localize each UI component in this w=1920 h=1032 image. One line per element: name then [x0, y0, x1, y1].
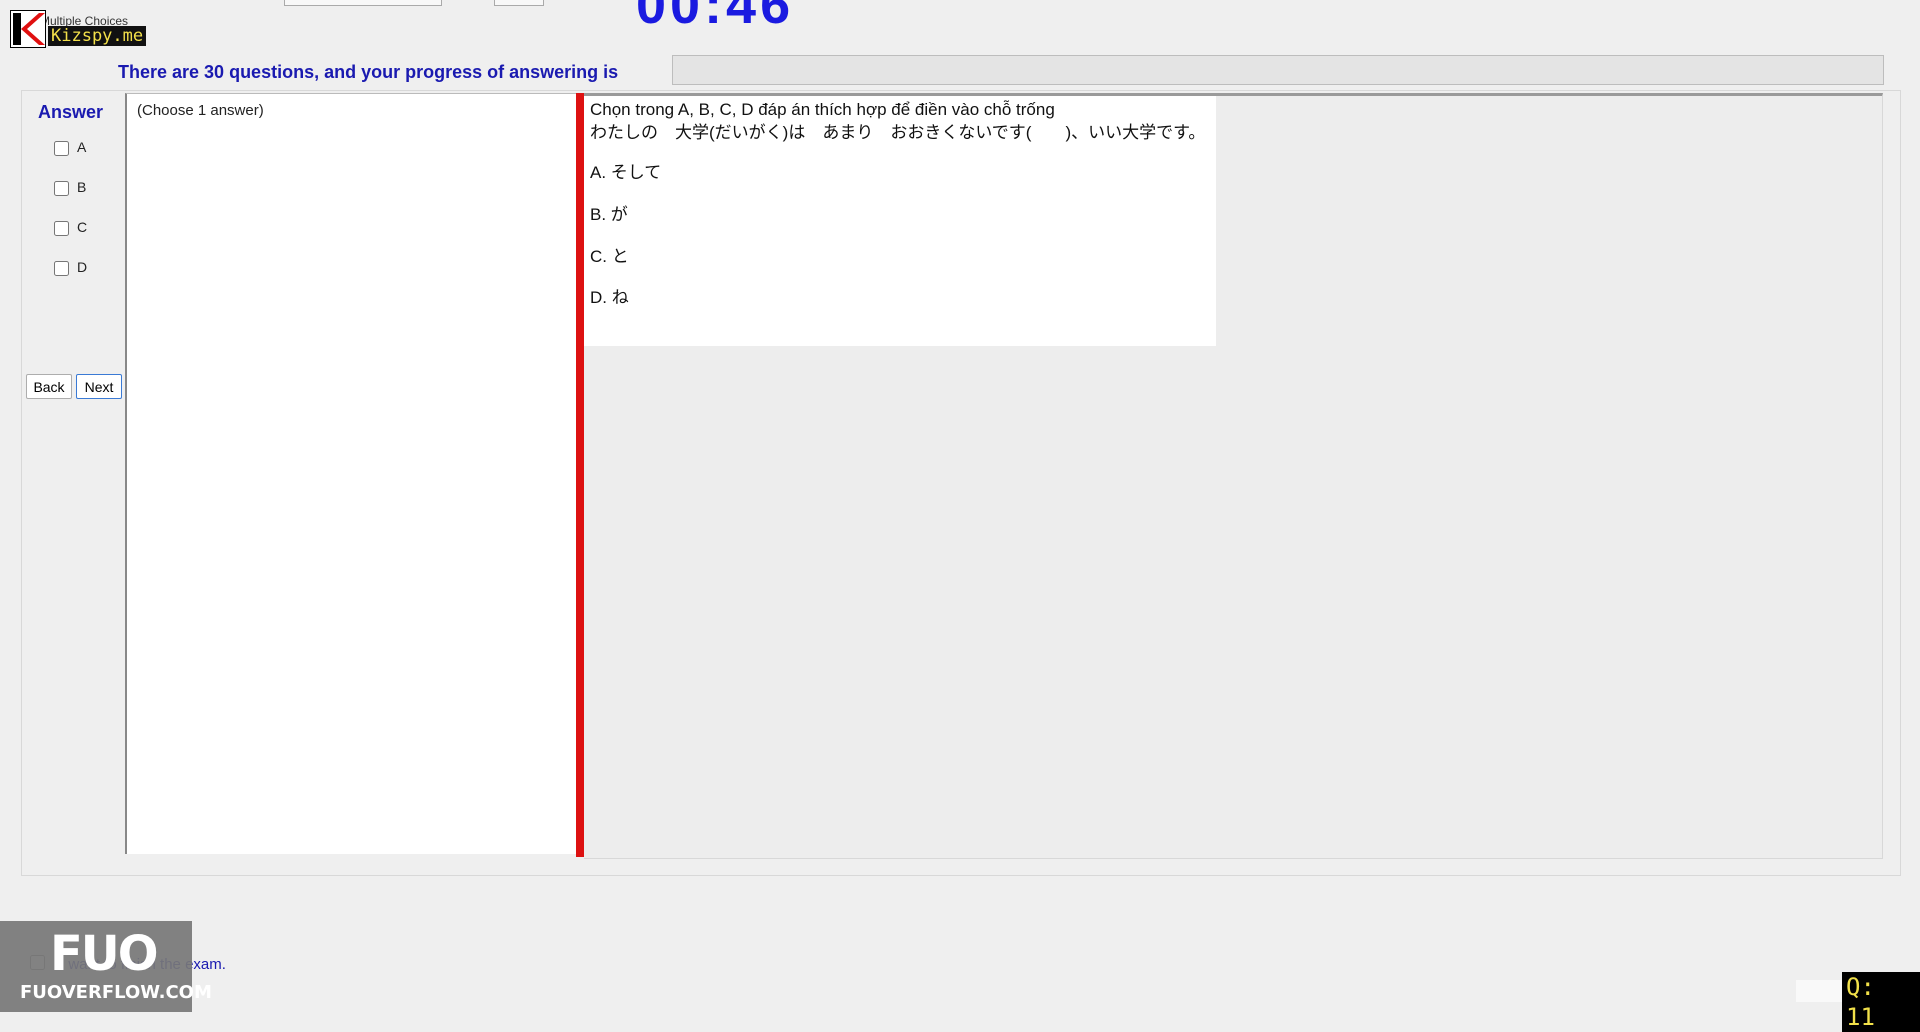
panel-splitter[interactable] [576, 93, 584, 857]
option-b-checkbox[interactable] [54, 180, 69, 196]
option-b[interactable]: B [54, 179, 86, 196]
timer-display: 00:46 [636, 0, 795, 35]
answer-panel: (Choose 1 answer) [125, 93, 578, 854]
choice-c: C. と [590, 247, 629, 266]
progress-bar [672, 55, 1884, 85]
back-button[interactable]: Back [26, 374, 72, 399]
bottom-field [1796, 980, 1842, 1002]
question-box: Chọn trong A, B, C, D đáp án thích hợp đ… [584, 96, 1216, 346]
choice-b: B. が [590, 205, 628, 224]
option-a[interactable]: A [54, 139, 86, 156]
option-a-checkbox[interactable] [54, 140, 69, 156]
option-b-label: B [77, 179, 87, 195]
kizspy-logo-icon [10, 10, 46, 48]
answer-title: Answer [38, 102, 104, 122]
option-a-label: A [77, 139, 87, 155]
combo-box-small[interactable] [494, 0, 544, 6]
fuoverflow-logo-small: FUOVERFLOW.COM [20, 982, 212, 1003]
next-button[interactable]: Next [76, 374, 122, 399]
option-d-checkbox[interactable] [54, 260, 69, 276]
watermark-site-label: Kizspy.me [48, 26, 147, 46]
option-c-label: C [77, 219, 88, 235]
choice-d: D. ね [590, 288, 629, 307]
question-container: Chọn trong A, B, C, D đáp án thích hợp đ… [584, 93, 1883, 859]
option-c-checkbox[interactable] [54, 220, 69, 236]
option-d[interactable]: D [54, 259, 87, 276]
choose-hint: (Choose 1 answer) [137, 102, 264, 119]
progress-label: There are 30 questions, and your progres… [118, 62, 619, 82]
question-sentence: わたしの 大学(だいがく)は あまり おおきくないです( )、いい大学です。 [590, 123, 1206, 142]
choice-a: A. そして [590, 163, 662, 182]
option-c[interactable]: C [54, 219, 87, 236]
fuoverflow-logo-big: FUO [50, 926, 159, 982]
question-instruction: Chọn trong A, B, C, D đáp án thích hợp đ… [590, 100, 1055, 119]
combo-box[interactable] [284, 0, 442, 6]
option-d-label: D [77, 259, 88, 275]
question-indicator: Q: 11 [1842, 972, 1920, 1032]
